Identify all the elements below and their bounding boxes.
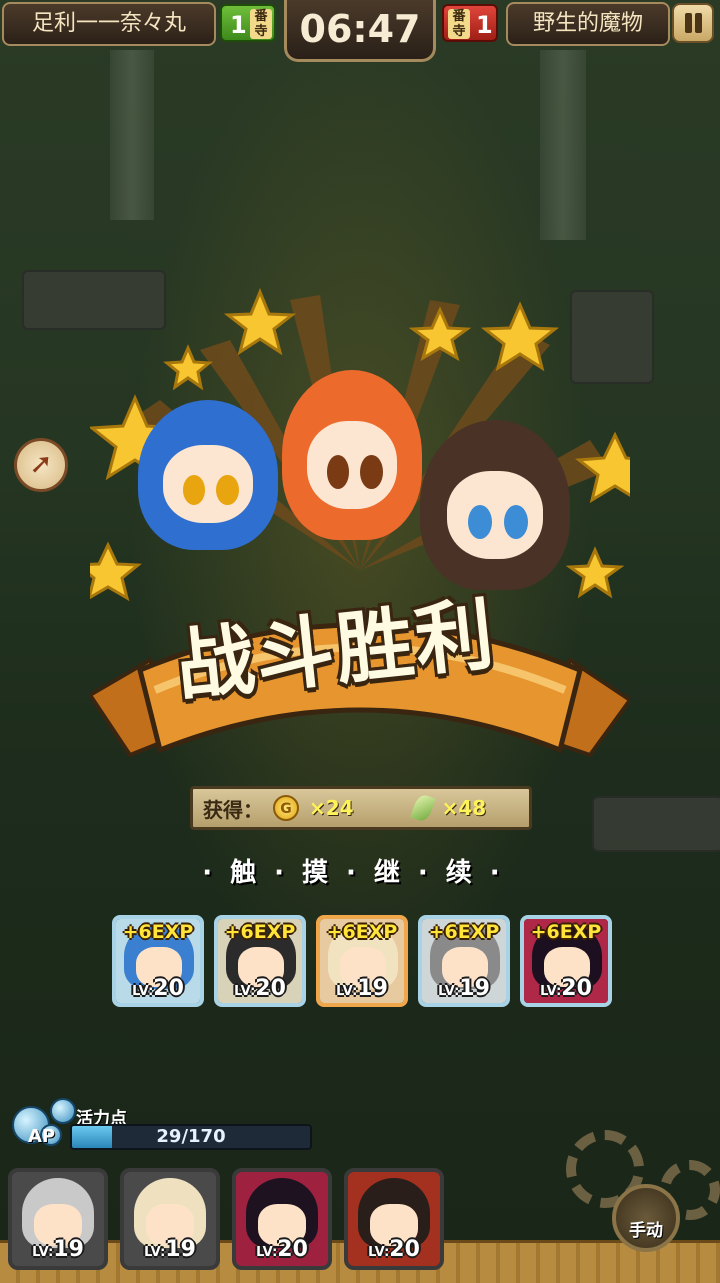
slot-level: LV:19	[32, 1237, 84, 1262]
gold-coin-icon: G	[273, 795, 299, 821]
battle-timer: 06:47	[284, 0, 436, 62]
ap-short-label: AP	[28, 1126, 56, 1147]
battle-header: 足利一一奈々丸 1 番寺 06:47 番寺 1 野生的魔物	[0, 0, 720, 62]
left-score-value: 1	[230, 11, 247, 39]
card-level: LV:20	[540, 976, 592, 1001]
ap-value: 29/170	[156, 1126, 226, 1147]
team-slot[interactable]: LV:19	[8, 1168, 108, 1270]
right-score: 番寺 1	[442, 4, 498, 42]
ruin-pillar	[540, 50, 586, 240]
left-score-tag: 番寺	[250, 9, 272, 39]
right-player-name: 野生的魔物	[506, 2, 670, 46]
team-slot[interactable]: LV:19	[120, 1168, 220, 1270]
character-orange-hair-boy	[282, 370, 422, 540]
reward-bar: 获得： G ×24 ×48	[190, 786, 532, 830]
right-score-tag: 番寺	[448, 9, 470, 39]
feather-icon	[409, 792, 436, 824]
slot-level: LV:20	[256, 1237, 308, 1262]
card-level: LV:20	[234, 976, 286, 1001]
pause-icon[interactable]	[672, 3, 714, 43]
exp-gain: +6EXP	[122, 921, 194, 943]
exp-card: +6EXP LV:20	[520, 915, 612, 1007]
team-slot[interactable]: LV:20	[232, 1168, 332, 1270]
stone-block	[592, 796, 720, 852]
team-slot[interactable]: LV:20	[344, 1168, 444, 1270]
left-player-name: 足利一一奈々丸	[2, 2, 216, 46]
ruin-pillar	[110, 50, 154, 220]
manual-mode-button[interactable]: 手动	[612, 1184, 680, 1252]
exp-gain: +6EXP	[326, 921, 398, 943]
team-row: LV:19 LV:19 LV:20 LV:20	[8, 1168, 448, 1272]
card-level: LV:19	[438, 976, 490, 1001]
touch-to-continue[interactable]: ·触·摸·继·续·	[0, 852, 720, 889]
exp-gain: +6EXP	[428, 921, 500, 943]
right-score-value: 1	[476, 11, 493, 39]
star-icon	[163, 344, 213, 391]
character-blue-catgirl	[138, 400, 278, 550]
exp-card: +6EXP LV:20	[214, 915, 306, 1007]
exp-card-row: +6EXP LV:20 +6EXP LV:20 +6EXP LV:19 +6EX…	[112, 915, 612, 1009]
skip-arrow-icon[interactable]: ➚	[14, 438, 68, 492]
card-level: LV:19	[336, 976, 388, 1001]
star-icon	[223, 288, 297, 356]
exp-card: +6EXP LV:19	[316, 915, 408, 1007]
slot-level: LV:19	[144, 1237, 196, 1262]
exp-card: +6EXP LV:20	[112, 915, 204, 1007]
exp-gain: +6EXP	[530, 921, 602, 943]
left-score: 1 番寺	[220, 4, 276, 42]
card-level: LV:20	[132, 976, 184, 1001]
feather-amount: ×48	[441, 796, 487, 820]
ap-orb-icon: AP	[10, 1098, 76, 1147]
slot-level: LV:20	[368, 1237, 420, 1262]
exp-gain: +6EXP	[224, 921, 296, 943]
reward-label: 获得：	[203, 797, 263, 822]
ap-bar: 29/170	[70, 1124, 312, 1150]
gold-amount: ×24	[309, 796, 354, 820]
exp-card: +6EXP LV:19	[418, 915, 510, 1007]
